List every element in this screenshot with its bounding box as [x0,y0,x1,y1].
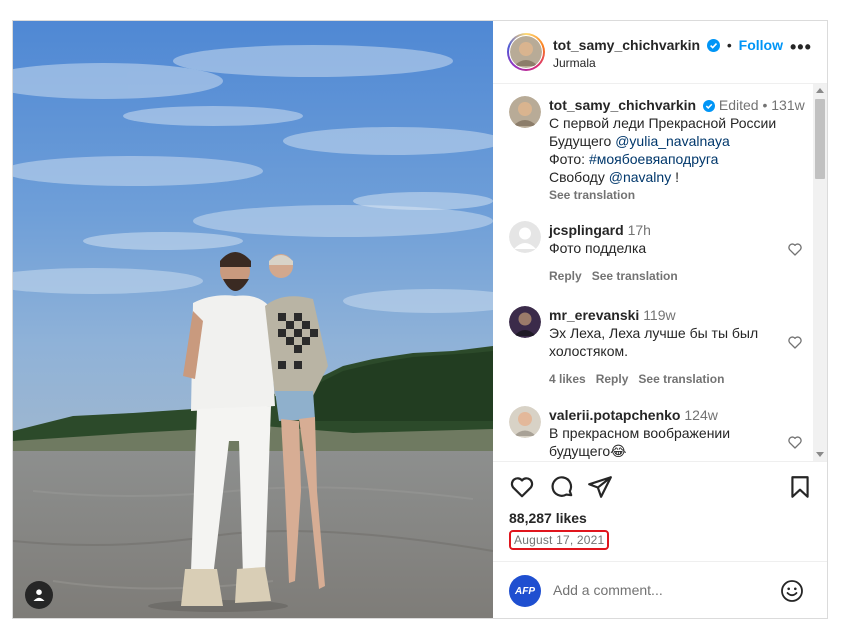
author-username[interactable]: tot_samy_chichvarkin [553,37,700,53]
caption-avatar[interactable] [509,96,541,128]
comments-scrollbar[interactable] [813,84,827,461]
comment-item: jcsplingard 17h Фото подделка Reply See t… [509,221,809,291]
comment-time[interactable]: 119w [643,307,675,323]
reply-button[interactable]: Reply [549,269,582,283]
likes-count[interactable]: 88,287 likes [509,510,587,526]
like-heart-icon[interactable] [509,474,535,500]
commenter-avatar[interactable] [509,406,541,438]
scroll-down-arrow-icon[interactable] [816,452,824,457]
save-bookmark-icon[interactable] [787,474,813,500]
scrollbar-thumb[interactable] [815,99,825,179]
share-paper-plane-icon[interactable] [587,474,613,500]
comment-item: valerii.potapchenko 124w В прекрасном во… [509,406,809,461]
header-user-line: tot_samy_chichvarkin • Follow [553,37,783,53]
caption-line-2: Будущего @yulia_navalnaya [549,132,809,150]
comment-bubble-icon[interactable] [549,474,575,500]
verified-badge-icon [702,100,715,112]
caption-line-4: Свободу @navalny ! [549,168,809,186]
post-action-bar [493,461,827,502]
see-translation-link[interactable]: See translation [638,372,724,386]
see-translation-link[interactable]: See translation [592,269,678,283]
caption-edited: Edited [718,97,759,113]
commenter-avatar-image [509,406,541,438]
like-comment-heart-icon[interactable] [787,334,803,350]
comment-text: Эх Леха, Леха лучше бы ты был холостяком… [549,325,759,359]
beach-photo [13,21,493,618]
caption-text: Будущего [549,133,616,149]
comment-item: mr_erevanski 119w Эх Леха, Леха лучше бы… [509,306,809,396]
caption-text: ! [671,169,679,185]
comment-text: Фото подделка [549,240,647,256]
comment-time[interactable]: 17h [628,222,651,238]
reply-button[interactable]: Reply [596,372,629,386]
emoji-smiley-icon[interactable] [780,579,804,603]
comment-time[interactable]: 124w [684,407,717,423]
tagged-users-button[interactable] [25,581,53,609]
mention-link[interactable]: @navalny [609,169,671,185]
mention-link[interactable]: @yulia_navalnaya [615,133,730,149]
see-translation-link[interactable]: See translation [549,186,809,204]
comment-username[interactable]: valerii.potapchenko [549,407,680,423]
comments-list[interactable]: tot_samy_chichvarkin Edited • 131w С пер… [493,84,827,461]
follow-button[interactable]: Follow [739,37,783,53]
current-user-avatar[interactable]: AFP [509,575,541,607]
commenter-avatar[interactable] [509,221,541,253]
commenter-avatar[interactable] [509,306,541,338]
default-avatar-icon [509,221,541,253]
caption: tot_samy_chichvarkin Edited • 131w С пер… [509,96,809,206]
header-separator: • [726,37,732,53]
post-modal: tot_samy_chichvarkin • Follow Jurmala ••… [12,20,828,619]
comment-username[interactable]: mr_erevanski [549,307,639,323]
post-header: tot_samy_chichvarkin • Follow Jurmala ••… [493,21,827,84]
scroll-up-arrow-icon[interactable] [816,88,824,93]
post-photo[interactable] [13,21,493,618]
caption-text: Свободу [549,169,609,185]
add-comment-input[interactable] [553,579,773,601]
caption-line-1: С первой леди Прекрасной России [549,115,777,131]
post-date-highlighted[interactable]: August 17, 2021 [509,530,610,550]
post-location[interactable]: Jurmala [553,56,596,70]
caption-time[interactable]: 131w [771,97,804,113]
caption-username[interactable]: tot_samy_chichvarkin [549,97,696,113]
author-avatar [509,96,541,128]
add-comment-bar: AFP [493,561,827,619]
like-comment-heart-icon[interactable] [787,241,803,257]
caption-text: Фото: [549,151,589,167]
person-icon [33,589,45,601]
author-avatar-ring[interactable] [507,33,545,71]
hashtag-link[interactable]: #моябоевяаподруга [589,151,718,167]
post-side-panel: tot_samy_chichvarkin • Follow Jurmala ••… [493,21,827,618]
caption-line-3: Фото: #моябоевяаподруга [549,150,809,168]
comment-text: В прекрасном воображении будущего😂 [549,425,731,459]
caption-separator: • [762,97,768,113]
commenter-avatar-image [509,306,541,338]
comment-likes-count[interactable]: 4 likes [549,372,586,386]
more-options-button[interactable]: ••• [790,38,812,61]
comment-username[interactable]: jcsplingard [549,222,624,238]
like-comment-heart-icon[interactable] [787,434,803,450]
author-avatar [510,36,542,68]
verified-badge-icon [706,39,720,52]
